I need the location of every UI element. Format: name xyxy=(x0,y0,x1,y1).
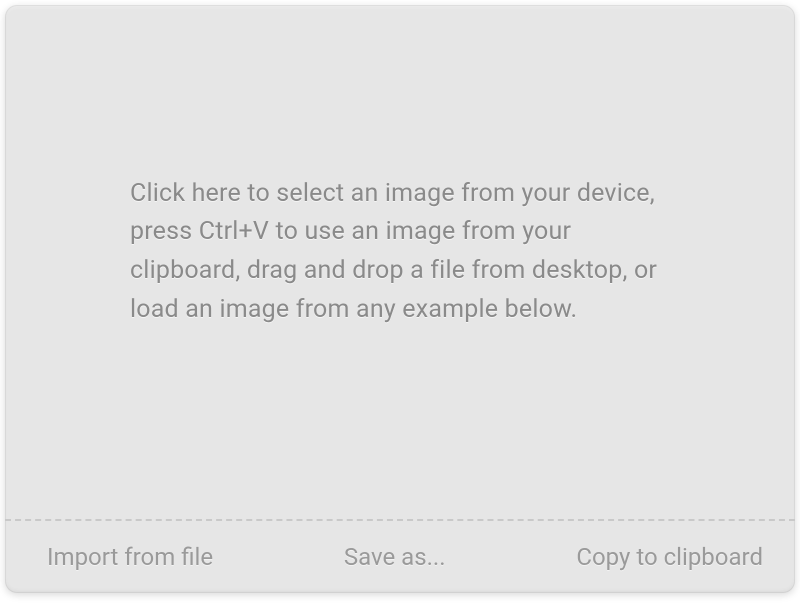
image-drop-zone[interactable]: Click here to select an image from your … xyxy=(5,5,795,519)
image-input-panel: Click here to select an image from your … xyxy=(5,5,795,593)
drop-zone-instruction: Click here to select an image from your … xyxy=(130,175,680,330)
footer-toolbar: Import from file Save as... Copy to clip… xyxy=(5,519,795,593)
save-as-button[interactable]: Save as... xyxy=(340,535,450,579)
import-from-file-button[interactable]: Import from file xyxy=(43,535,217,579)
copy-to-clipboard-button[interactable]: Copy to clipboard xyxy=(572,535,767,579)
